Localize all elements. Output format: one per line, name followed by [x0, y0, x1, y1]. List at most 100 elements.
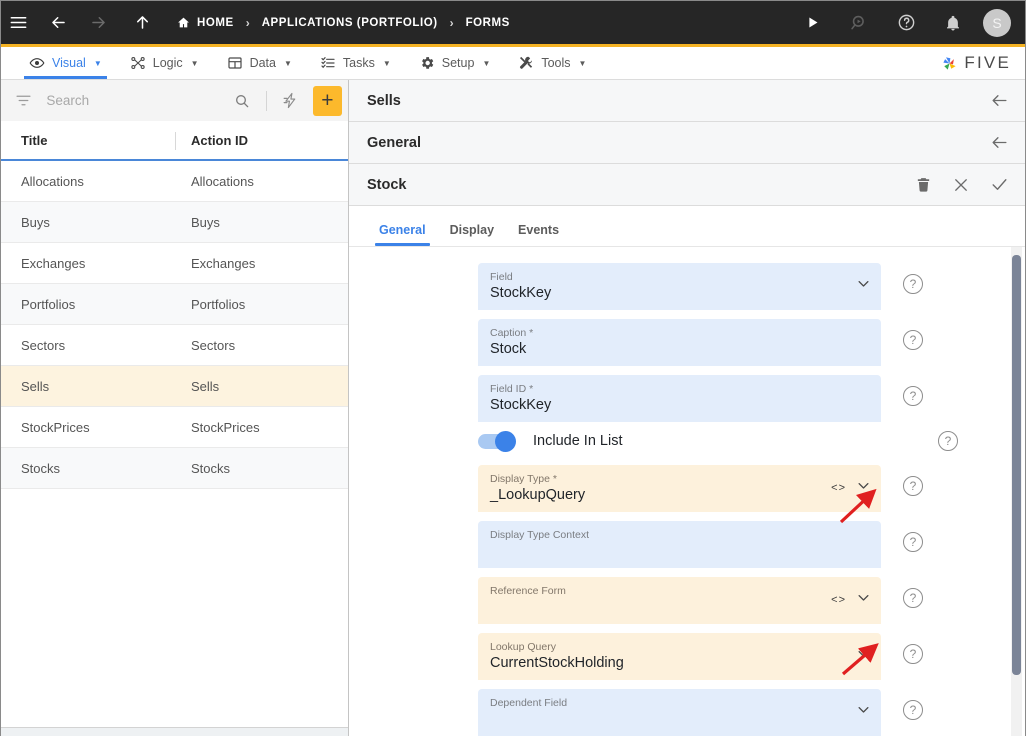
question-mark-icon[interactable] [889, 6, 923, 40]
search-pointer-icon[interactable] [842, 6, 876, 40]
field-icons: < > [831, 478, 871, 498]
cell-title: Sectors [21, 337, 66, 353]
table-row[interactable]: Portfolios Portfolios [1, 284, 348, 325]
search-icon[interactable] [227, 93, 256, 109]
menu-item-tasks[interactable]: Tasks ▼ [306, 47, 405, 79]
up-arrow-icon[interactable] [125, 6, 159, 40]
table-row[interactable]: Sells Sells [1, 366, 348, 407]
field-value [490, 711, 869, 728]
chevron-down-icon[interactable] [856, 478, 871, 498]
close-icon[interactable] [952, 176, 970, 194]
filter-icon[interactable] [11, 92, 36, 109]
column-header-action-id[interactable]: Action ID [176, 133, 348, 148]
field-lookup-query[interactable]: Lookup Query CurrentStockHolding [478, 633, 881, 680]
back-arrow-icon[interactable] [41, 6, 75, 40]
table-row[interactable]: StockPrices StockPrices [1, 407, 348, 448]
lightning-bolt-icon[interactable] [276, 92, 305, 109]
cell-action-id: Sectors [191, 337, 236, 353]
menu-item-data[interactable]: Data ▼ [213, 47, 306, 79]
breadcrumb-item-applications[interactable]: APPLICATIONS (PORTFOLIO) [252, 17, 448, 29]
tab-events[interactable]: Events [506, 223, 571, 246]
chevron-down-icon[interactable] [856, 276, 871, 296]
chevron-down-icon: ▼ [93, 58, 102, 68]
table-row[interactable]: Exchanges Exchanges [1, 243, 348, 284]
tab-general[interactable]: General [367, 223, 438, 246]
field-icons [856, 646, 871, 666]
avatar[interactable]: S [983, 8, 1011, 37]
help-icon[interactable]: ? [903, 476, 923, 496]
table-row[interactable]: Stocks Stocks [1, 448, 348, 489]
cell-action-id: Sells [191, 378, 220, 394]
field-label: Display Type * [490, 473, 557, 485]
check-icon[interactable] [990, 175, 1009, 194]
editor-tabs: General Display Events [349, 206, 1025, 247]
breadcrumb-item-home[interactable]: HOME [167, 16, 244, 29]
help-icon[interactable]: ? [903, 330, 923, 350]
help-icon[interactable]: ? [903, 532, 923, 552]
cell-action-id: Portfolios [191, 296, 246, 312]
chevron-down-icon: ▼ [382, 58, 391, 68]
search-input[interactable] [40, 93, 224, 108]
field-field-id[interactable]: Field ID * StockKey [478, 375, 881, 422]
menu-item-visual[interactable]: Visual ▼ [15, 47, 116, 79]
field-display-type-context[interactable]: Display Type Context [478, 521, 881, 568]
play-icon[interactable] [795, 6, 829, 40]
brand-logo: FIVE [939, 47, 1025, 79]
toolbar-divider [265, 90, 267, 111]
chevron-down-icon[interactable] [856, 646, 871, 666]
table-row[interactable]: Buys Buys [1, 202, 348, 243]
table-row[interactable]: Sectors Sectors [1, 325, 348, 366]
table-row[interactable]: Allocations Allocations [1, 161, 348, 202]
menu-item-setup[interactable]: Setup ▼ [405, 47, 505, 79]
checklist-icon [320, 55, 336, 71]
list-toolbar: + [1, 80, 348, 121]
help-icon[interactable]: ? [903, 274, 923, 294]
field-dependent-field[interactable]: Dependent Field [478, 689, 881, 736]
menu-item-logic[interactable]: Logic ▼ [116, 47, 213, 79]
form-row-toggle: Include In List? [349, 430, 1025, 452]
field-reference-form[interactable]: Reference Form < > [478, 577, 881, 624]
chevron-down-icon[interactable] [856, 702, 871, 722]
column-divider[interactable] [175, 132, 176, 150]
chevron-down-icon[interactable] [856, 590, 871, 610]
cell-title: Stocks [21, 460, 61, 476]
trash-icon[interactable] [915, 176, 932, 193]
form-row: Caption * Stock? [349, 319, 1025, 366]
chevron-down-icon: ▼ [482, 58, 491, 68]
chevron-down-icon: ▼ [283, 58, 292, 68]
menu-item-visual-label: Visual [52, 55, 86, 70]
form-editor-panel: Sells General Stock General Display Even… [349, 80, 1025, 736]
include-in-list-toggle[interactable] [478, 430, 516, 452]
cell-action-id: Stocks [191, 460, 231, 476]
breadcrumb-item-forms[interactable]: FORMS [456, 17, 520, 29]
code-icon[interactable]: < > [831, 594, 845, 606]
tab-display[interactable]: Display [438, 223, 506, 246]
help-icon[interactable]: ? [903, 700, 923, 720]
vertical-scrollbar[interactable] [1011, 247, 1022, 736]
breadcrumb: HOME › APPLICATIONS (PORTFOLIO) › FORMS [167, 16, 520, 30]
back-arrow-icon[interactable] [990, 133, 1009, 152]
help-icon[interactable]: ? [903, 588, 923, 608]
help-icon[interactable]: ? [938, 431, 958, 451]
field-icons [856, 702, 871, 722]
field-caption[interactable]: Caption * Stock [478, 319, 881, 366]
help-icon[interactable]: ? [903, 644, 923, 664]
cell-action-id: Buys [191, 214, 220, 230]
field-label: Caption * [490, 327, 534, 339]
field-value: CurrentStockHolding [490, 655, 624, 671]
help-icon[interactable]: ? [903, 386, 923, 406]
column-header-title[interactable]: Title [1, 133, 176, 148]
bell-icon[interactable] [936, 6, 970, 40]
add-form-button[interactable]: + [312, 85, 342, 116]
code-icon[interactable]: < > [831, 482, 845, 494]
menu-item-tools[interactable]: Tools ▼ [504, 47, 600, 79]
field-display-type[interactable]: Display Type * _LookupQuery < > [478, 465, 881, 512]
field-label: Field ID * [490, 383, 534, 395]
back-arrow-icon[interactable] [990, 91, 1009, 110]
hamburger-menu-icon[interactable] [1, 6, 35, 40]
scrollbar-thumb[interactable] [1012, 255, 1021, 675]
panel-header-general: General [349, 122, 1025, 164]
table-grid-icon [227, 55, 243, 71]
field-field[interactable]: Field StockKey [478, 263, 881, 310]
field-label: Dependent Field [490, 697, 568, 709]
